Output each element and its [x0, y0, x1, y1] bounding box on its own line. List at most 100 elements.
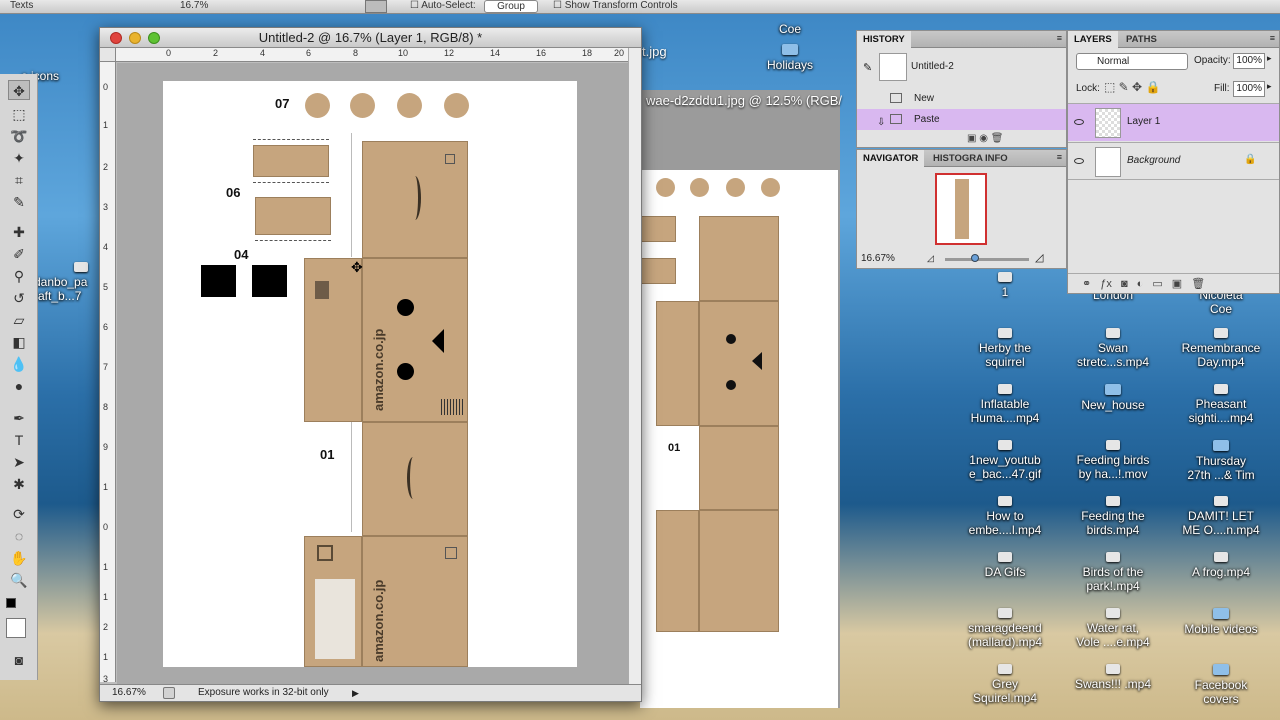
- background-color-swatch[interactable]: [6, 618, 26, 638]
- desktop-icon-feeding2[interactable]: Feeding the birds.mp4: [1058, 496, 1168, 537]
- close-button[interactable]: [110, 32, 122, 44]
- panel-menu-icon[interactable]: ≡: [1057, 152, 1062, 162]
- opacity-arrow-icon[interactable]: ▸: [1267, 53, 1272, 64]
- desktop-icon-holidays[interactable]: Holidays: [735, 44, 845, 72]
- path-selection-tool-icon[interactable]: ➤: [8, 452, 30, 472]
- canvas-area[interactable]: 07 06 04 amazon.co.jp 01 amazon.co.jp ✥: [117, 63, 628, 684]
- quick-mask-icon[interactable]: ◙: [8, 650, 30, 670]
- 3d-orbit-tool-icon[interactable]: ◌: [8, 526, 30, 546]
- zoom-out-icon[interactable]: ◿: [927, 253, 934, 264]
- pen-tool-icon[interactable]: ✒: [8, 408, 30, 428]
- desktop-icon-thursday[interactable]: Thursday 27th ...& Tim: [1166, 440, 1276, 482]
- desktop-icon-dagifs[interactable]: DA Gifs: [950, 552, 1060, 579]
- desktop-icon-pheasant[interactable]: Pheasant sighti....mp4: [1166, 384, 1276, 425]
- lasso-tool-icon[interactable]: ➰: [8, 126, 30, 146]
- desktop-icon-newhouse[interactable]: New_house: [1058, 384, 1168, 412]
- desktop-icon-swan[interactable]: Swan stretc...s.mp4: [1058, 328, 1168, 369]
- history-footer-icons[interactable]: ▣ ◉ 🗑: [967, 133, 1003, 144]
- zoom-button[interactable]: [148, 32, 160, 44]
- history-item-paste[interactable]: ⇩ Paste: [857, 109, 1066, 130]
- tab-layers[interactable]: LAYERS: [1068, 31, 1118, 48]
- ruler-origin[interactable]: [100, 48, 116, 62]
- desktop-icon-frog[interactable]: A frog.mp4: [1166, 552, 1276, 579]
- lock-icons[interactable]: ⬚ ✎ ✥ 🔒: [1104, 80, 1160, 94]
- minimize-button[interactable]: [129, 32, 141, 44]
- desktop-icon-inflatable[interactable]: Inflatable Huma....mp4: [950, 384, 1060, 425]
- tab-paths[interactable]: PATHS: [1120, 31, 1163, 48]
- desktop-icon-howto[interactable]: How to embe....l.mp4: [950, 496, 1060, 537]
- desktop-icon-damit[interactable]: DAMIT! LET ME O....n.mp4: [1166, 496, 1276, 537]
- desktop-icon-waterrat[interactable]: Water rat, Vole ....e.mp4: [1058, 608, 1168, 649]
- navigator-thumbnail[interactable]: [935, 173, 987, 245]
- foreground-color-swatch[interactable]: [6, 598, 16, 608]
- auto-select-checkbox[interactable]: ☐ Auto-Select:: [410, 0, 476, 13]
- clone-stamp-tool-icon[interactable]: ⚲: [8, 266, 30, 286]
- desktop-icon-coe[interactable]: Coe: [735, 22, 845, 36]
- desktop-icon-herby[interactable]: Herby the squirrel: [950, 328, 1060, 369]
- visibility-eye-icon[interactable]: [1074, 158, 1084, 164]
- zoom-in-icon[interactable]: ◿: [1035, 251, 1043, 264]
- status-info-icon[interactable]: [163, 687, 175, 699]
- vertical-scrollbar[interactable]: [628, 48, 641, 684]
- eraser-tool-icon[interactable]: ▱: [8, 310, 30, 330]
- panel-menu-icon[interactable]: ≡: [1057, 33, 1062, 43]
- layers-footer-icons[interactable]: ⚭ ƒx ◙ ◐ ▭ ▣ 🗑: [1068, 273, 1279, 293]
- zoom-slider[interactable]: [945, 254, 1029, 262]
- layer-name[interactable]: Layer 1: [1127, 116, 1160, 127]
- desktop-icon-remembrance[interactable]: Remembrance Day.mp4: [1166, 328, 1276, 369]
- desktop-icon-birdspark[interactable]: Birds of the park!.mp4: [1058, 552, 1168, 593]
- fill-input[interactable]: 100%: [1233, 81, 1265, 97]
- 3d-rotate-tool-icon[interactable]: ⟳: [8, 504, 30, 524]
- horizontal-ruler[interactable]: 0 2 4 6 8 10 12 14 16 18 20: [116, 48, 628, 62]
- document-titlebar[interactable]: Untitled-2 @ 16.7% (Layer 1, RGB/8) *: [100, 28, 641, 48]
- tab-info[interactable]: INFO: [979, 150, 1014, 167]
- vertical-ruler[interactable]: 0 1 2 3 4 5 6 7 8 9 1 0 1 1 2 1 3: [100, 62, 116, 684]
- desktop-icon-swans[interactable]: Swans!!! .mp4: [1058, 664, 1168, 691]
- snapshot-label[interactable]: Untitled-2: [911, 61, 954, 72]
- desktop-icon-facebook[interactable]: Facebook covers: [1166, 664, 1276, 706]
- eyedropper-tool-icon[interactable]: ✎: [8, 192, 30, 212]
- tab-navigator[interactable]: NAVIGATOR: [857, 150, 925, 167]
- crop-tool-icon[interactable]: ⌗: [8, 170, 30, 190]
- visibility-eye-icon[interactable]: [1074, 119, 1084, 125]
- navigator-zoom-field[interactable]: 16.67%: [861, 253, 895, 264]
- desktop-icon-danbo[interactable]: danbo_pa raft_b...7: [34, 262, 104, 303]
- fill-arrow-icon[interactable]: ▸: [1267, 81, 1272, 92]
- zoom-slider-handle[interactable]: [971, 254, 979, 262]
- layer-row-layer1[interactable]: Layer 1: [1068, 103, 1279, 141]
- desktop-icon-youtube[interactable]: 1new_youtub e_bac...47.gif: [950, 440, 1060, 481]
- gradient-tool-icon[interactable]: ◧: [8, 332, 30, 352]
- history-brush-icon[interactable]: ✎: [863, 61, 875, 74]
- dodge-tool-icon[interactable]: ●: [8, 376, 30, 396]
- desktop-icon-1[interactable]: 1: [950, 272, 1060, 299]
- status-menu-arrow-icon[interactable]: ▶: [352, 685, 359, 701]
- snapshot-thumbnail[interactable]: [879, 53, 907, 81]
- healing-brush-tool-icon[interactable]: ✚: [8, 222, 30, 242]
- marquee-tool-icon[interactable]: ⬚: [8, 104, 30, 124]
- brush-tool-icon[interactable]: ✐: [8, 244, 30, 264]
- move-tool-icon[interactable]: ✥: [8, 80, 30, 100]
- zoom-field[interactable]: 16.67%: [112, 685, 146, 701]
- panel-menu-icon[interactable]: ≡: [1270, 33, 1275, 43]
- document-window[interactable]: Untitled-2 @ 16.7% (Layer 1, RGB/8) * 0 …: [99, 27, 642, 702]
- zoom-tool-icon[interactable]: 🔍: [8, 570, 30, 590]
- document-page[interactable]: 07 06 04 amazon.co.jp 01 amazon.co.jp ✥: [163, 81, 577, 667]
- tab-history[interactable]: HISTORY: [857, 31, 911, 48]
- move-tool-icon[interactable]: [365, 0, 387, 13]
- desktop-icon-grey[interactable]: Grey Squirel.mp4: [950, 664, 1060, 705]
- back-document-window[interactable]: t.jpg wae-d2zddu1.jpg @ 12.5% (RGB/ 01: [640, 44, 842, 708]
- desktop-icon-feeding1[interactable]: Feeding birds by ha...!.mov: [1058, 440, 1168, 481]
- history-brush-tool-icon[interactable]: ↺: [8, 288, 30, 308]
- custom-shape-tool-icon[interactable]: ✱: [8, 474, 30, 494]
- history-item-new[interactable]: New: [857, 88, 1066, 109]
- hand-tool-icon[interactable]: ✋: [8, 548, 30, 568]
- layer-row-background[interactable]: Background 🔒: [1068, 142, 1279, 180]
- blend-mode-select[interactable]: Normal: [1076, 53, 1188, 70]
- auto-select-dropdown[interactable]: Group: [484, 0, 538, 13]
- transform-controls-checkbox[interactable]: ☐ Show Transform Controls: [553, 0, 678, 13]
- desktop-icon-mobile[interactable]: Mobile videos: [1166, 608, 1276, 636]
- desktop-icon-mallard[interactable]: smaragdeend (mallard).mp4: [950, 608, 1060, 649]
- blur-tool-icon[interactable]: 💧: [8, 354, 30, 374]
- layer-name[interactable]: Background: [1127, 155, 1180, 166]
- type-tool-icon[interactable]: T: [8, 430, 30, 450]
